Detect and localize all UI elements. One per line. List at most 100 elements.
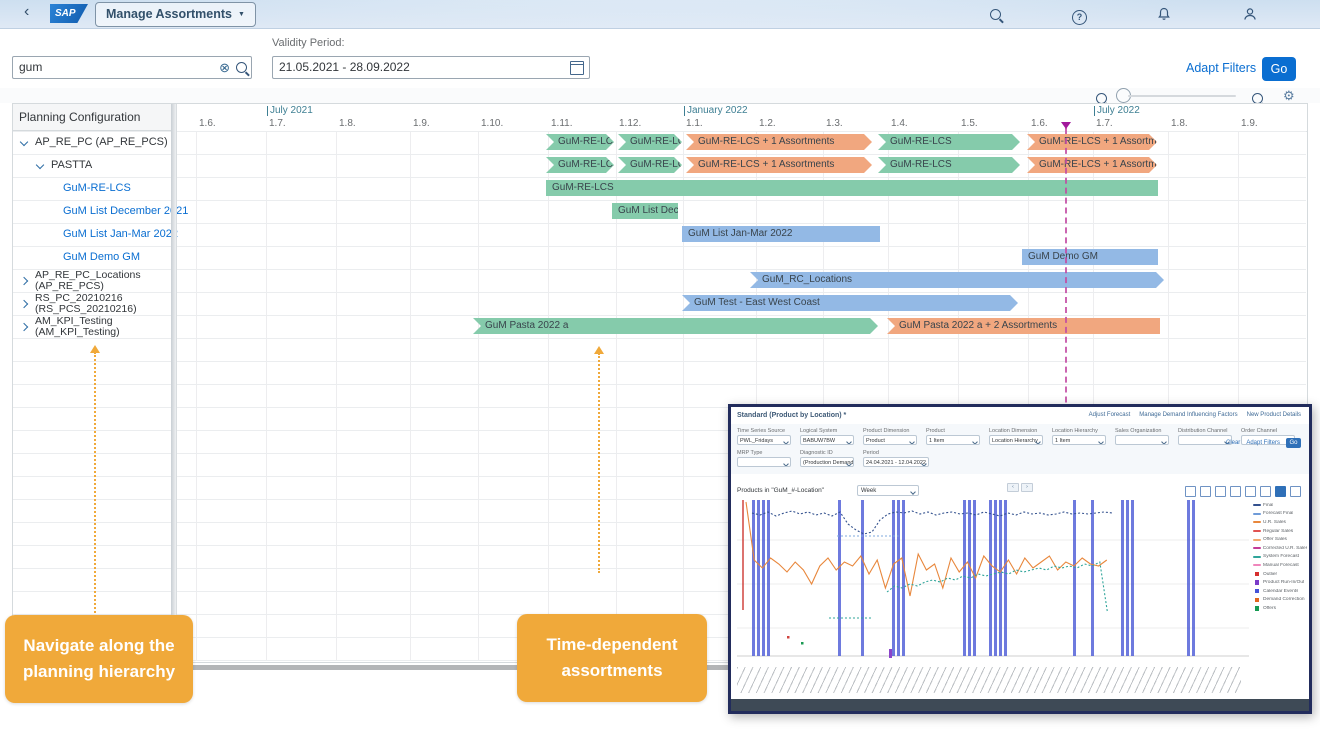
zoom-slider-track[interactable] <box>1128 95 1236 97</box>
inset-adapt-filters-link[interactable]: Adapt Filters <box>1246 440 1280 446</box>
legend-item[interactable]: Demand Correction <box>1253 596 1307 605</box>
adapt-filters-link[interactable]: Adapt Filters <box>1186 61 1256 75</box>
legend-item[interactable]: Calendar Events <box>1253 587 1307 596</box>
calendar-event-bar <box>1004 500 1007 656</box>
inset-clear-link[interactable]: Clear <box>1226 440 1240 446</box>
legend-item[interactable]: Forecast Final <box>1253 510 1307 519</box>
help-icon[interactable]: ? <box>1072 7 1087 22</box>
legend-item[interactable]: U.R. Sales <box>1253 518 1307 527</box>
gantt-bar[interactable]: GuM-RE-LCS <box>546 157 614 173</box>
legend-item[interactable]: Manual Forecast <box>1253 561 1307 570</box>
inset-filter-select[interactable] <box>1178 435 1232 445</box>
inset-filter-select[interactable]: 1 Item <box>926 435 980 445</box>
inset-header-link[interactable]: Manage Demand Influencing Factors <box>1139 412 1237 418</box>
gantt-bar[interactable]: GuM_RC_Locations <box>750 272 1164 288</box>
user-avatar-icon[interactable] <box>1243 7 1258 22</box>
inset-bottom-bar <box>731 699 1309 711</box>
inset-filter-select[interactable] <box>1115 435 1169 445</box>
notifications-bell-icon[interactable] <box>1157 7 1172 22</box>
gantt-bar[interactable]: GuM Pasta 2022 a + 2 Assortments <box>887 318 1160 334</box>
inset-toolbar-icon-7[interactable] <box>1290 486 1301 497</box>
legend-item[interactable]: Offer Sales <box>1253 535 1307 544</box>
gantt-bar[interactable]: GuM-RE-LCS <box>878 134 1020 150</box>
shell-search-icon[interactable] <box>988 7 1003 22</box>
inset-filter-select[interactable]: PWL_Fridays <box>737 435 791 445</box>
clear-search-icon[interactable]: ⊗ <box>219 59 230 76</box>
calendar-event-bar <box>989 500 992 656</box>
inset-filter-label: Logical System <box>800 428 854 434</box>
gantt-bar[interactable]: GuM-RE-LCS <box>878 157 1020 173</box>
gantt-bar[interactable]: GuM-RE-LCS <box>546 134 614 150</box>
legend-item[interactable]: Corrected U.R. Sales <box>1253 544 1307 553</box>
inset-filter-buttons: Clear Adapt Filters Go <box>1226 438 1301 448</box>
callout-arrow <box>94 352 96 613</box>
legend-marker <box>1253 539 1261 541</box>
callout-text-line: Time-dependent <box>517 632 707 658</box>
back-button[interactable]: ‹ <box>24 3 29 21</box>
inset-toolbar-icon-0[interactable] <box>1185 486 1196 497</box>
inset-filter-product: Product1 Item <box>926 428 980 445</box>
inset-filter-select[interactable]: Product <box>863 435 917 445</box>
gantt-bar[interactable]: GuM-RE-LC... <box>618 157 682 173</box>
go-button[interactable]: Go <box>1262 57 1296 81</box>
gantt-bar[interactable]: GuM-RE-LCS + 1 Assortments <box>1027 134 1157 150</box>
inset-filter-select[interactable]: (Production Demand) <box>800 457 854 467</box>
legend-item[interactable]: System Forecast <box>1253 553 1307 562</box>
gantt-bar[interactable]: GuM-RE-LCS + 1 Assortments <box>1027 157 1157 173</box>
inset-filter-select[interactable]: 24.04.2021 - 12.04.2022 <box>863 457 929 467</box>
legend-label: Manual Forecast <box>1263 563 1299 568</box>
inset-toolbar-icon-2[interactable] <box>1215 486 1226 497</box>
search-input[interactable]: gum ⊗ <box>12 56 252 79</box>
legend-label: System Forecast <box>1263 554 1299 559</box>
calendar-event-bar <box>861 500 864 656</box>
app-title-menu[interactable]: Manage Assortments▼ <box>95 2 256 27</box>
inset-filter-label: MRP Type <box>737 450 791 456</box>
gantt-bar[interactable]: GuM List Jan-Mar 2022 <box>682 226 880 242</box>
inset-filter-logical-system: Logical SystemBABUW7BW <box>800 428 854 445</box>
inset-go-button[interactable]: Go <box>1286 438 1301 448</box>
gantt-bar[interactable]: GuM-RE-LCS + 1 Assortments <box>686 134 872 150</box>
series-navy-dotted-forecast <box>752 511 1112 534</box>
gantt-bar[interactable]: GuM Test - East West Coast <box>682 295 1018 311</box>
validity-period-label: Validity Period: <box>272 37 345 49</box>
search-icon[interactable] <box>236 62 247 73</box>
inset-filter-select[interactable]: Location Hierarchy <box>989 435 1043 445</box>
inset-filter-select[interactable] <box>737 457 791 467</box>
legend-item[interactable]: Offers <box>1253 604 1307 613</box>
calendar-event-bar <box>838 500 841 656</box>
legend-item[interactable]: Outlier <box>1253 570 1307 579</box>
inset-filter-select[interactable]: BABUW7BW <box>800 435 854 445</box>
calendar-icon[interactable] <box>570 61 584 75</box>
inset-header-link[interactable]: Adjust Forecast <box>1089 412 1131 418</box>
legend-item[interactable]: Regular Sales <box>1253 527 1307 536</box>
inset-toolbar-icon-5[interactable] <box>1260 486 1271 497</box>
legend-marker <box>1255 606 1260 611</box>
inset-toolbar-icon-3[interactable] <box>1230 486 1241 497</box>
inset-pager-button[interactable]: ‹ <box>1007 483 1019 492</box>
legend-label: Outlier <box>1263 572 1277 577</box>
inset-toolbar-icon-4[interactable] <box>1245 486 1256 497</box>
gantt-bar[interactable]: GuM Pasta 2022 a <box>473 318 878 334</box>
inset-chart-title: Products in "GuM_#-Location" <box>737 487 824 494</box>
inset-filter-select[interactable]: 1 Item <box>1052 435 1106 445</box>
gantt-bar[interactable]: GuM List Dece... <box>612 203 678 219</box>
gantt-settings-gear-icon[interactable]: ⚙ <box>1283 89 1295 102</box>
validity-period-input[interactable]: 21.05.2021 - 28.09.2022 <box>272 56 590 79</box>
inset-filter-location-hierarchy: Location Hierarchy1 Item <box>1052 428 1106 445</box>
callout-arrow <box>598 353 600 573</box>
inset-pager-button[interactable]: › <box>1021 483 1033 492</box>
legend-item[interactable]: Final <box>1253 501 1307 510</box>
gantt-bar[interactable]: GuM Demo GM <box>1022 249 1158 265</box>
legend-marker <box>1253 547 1261 549</box>
inset-page-title: Standard (Product by Location) * <box>737 412 846 419</box>
callout-text-line: assortments <box>517 658 707 684</box>
gantt-bar[interactable]: GuM-RE-LCS + 1 Assortments <box>686 157 872 173</box>
gantt-bar[interactable]: GuM-RE-LC... <box>618 134 682 150</box>
legend-item[interactable]: Product Run-In/Out <box>1253 578 1307 587</box>
inset-toolbar-icon-chart-active[interactable] <box>1275 486 1286 497</box>
inset-toolbar-icon-1[interactable] <box>1200 486 1211 497</box>
inset-period-select[interactable]: Week <box>857 485 919 496</box>
inset-header-link[interactable]: New Product Details <box>1247 412 1301 418</box>
inset-filter-label: Product <box>926 428 980 434</box>
inset-filter-product-dimension: Product DimensionProduct <box>863 428 917 445</box>
